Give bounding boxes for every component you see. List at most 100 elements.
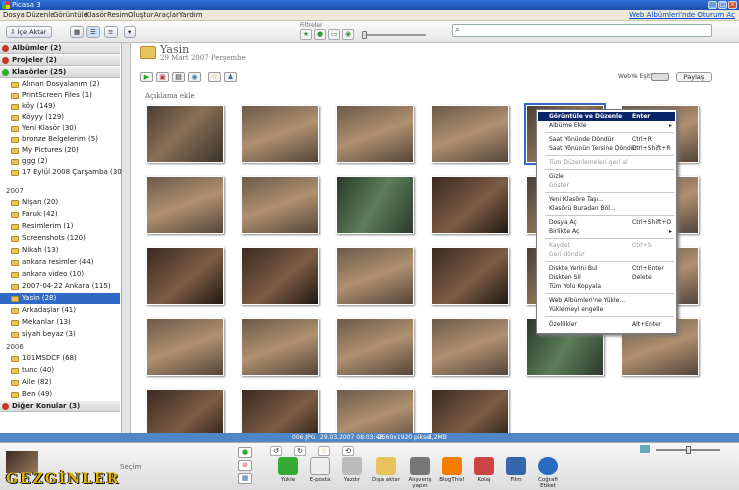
print-action[interactable]: Yazdır: [334, 457, 370, 489]
ctx-split-folder[interactable]: Klasörü Buradan Böl...: [538, 204, 675, 213]
movie-action[interactable]: Film: [498, 457, 534, 489]
menu-araclar[interactable]: Araçlar: [154, 11, 179, 20]
photo-thumbnail[interactable]: [431, 318, 509, 376]
ctx-add-to-album[interactable]: Albüme Ekle ▸: [538, 121, 675, 130]
ctx-rotate-cw[interactable]: Saat Yönünde Döndür Ctrl+R: [538, 135, 675, 144]
geotag-action[interactable]: Coğrafi Etiket: [530, 457, 566, 489]
thumbnail-size-slider[interactable]: [656, 446, 720, 454]
photo-thumbnail[interactable]: [241, 247, 319, 305]
collage-button[interactable]: ▣: [156, 72, 169, 82]
photo-thumbnail[interactable]: [336, 247, 414, 305]
folder-item[interactable]: My Pictures (20): [0, 145, 120, 156]
folder-item[interactable]: Mekanlar (13): [0, 317, 120, 328]
minimize-button[interactable]: _: [708, 1, 717, 9]
ctx-copy-full-path[interactable]: Tüm Yolu Kopyala: [538, 282, 675, 291]
ctx-properties[interactable]: Özellikler Alt+Enter: [538, 320, 675, 329]
ctx-hide[interactable]: Gizle: [538, 172, 675, 181]
shop-action[interactable]: Alışveriş yapın: [402, 457, 438, 489]
folder-item[interactable]: ggg (2): [0, 156, 120, 167]
sidebar-splitter[interactable]: [122, 43, 131, 433]
photo-thumbnail[interactable]: [146, 176, 224, 234]
export-action[interactable]: Dışa aktar: [368, 457, 404, 489]
close-button[interactable]: ×: [728, 1, 737, 9]
tray-btn-2[interactable]: ↻: [294, 446, 306, 456]
view-details-button[interactable]: ≡: [104, 26, 118, 38]
menu-duzenle[interactable]: Düzenle: [26, 11, 55, 20]
ctx-locate-on-disk[interactable]: Diskte Yerini Bul Ctrl+Enter: [538, 264, 675, 273]
ctx-block-upload[interactable]: Yüklemeyi engelle: [538, 305, 675, 314]
folder-item[interactable]: Nikah (13): [0, 245, 120, 256]
collage-action[interactable]: Kolaj: [466, 457, 502, 489]
folder-item[interactable]: Nişan (20): [0, 197, 120, 208]
folder-item[interactable]: 17 Eylül 2008 Çarşamba (305): [0, 167, 129, 178]
folder-item[interactable]: Alınan Dosyalanım (2): [0, 79, 120, 90]
menu-yardim[interactable]: Yardım: [179, 11, 203, 20]
ctx-open-with[interactable]: Birlikte Aç ▸: [538, 227, 675, 236]
folder-item[interactable]: köy (149): [0, 101, 120, 112]
slider-knob[interactable]: [362, 31, 367, 39]
photo-thumbnail[interactable]: [336, 176, 414, 234]
photo-thumbnail[interactable]: [241, 105, 319, 163]
folder-item[interactable]: Ben (49): [0, 389, 120, 400]
ctx-view-edit[interactable]: Görüntüle ve Düzenle Enter: [538, 112, 675, 121]
section-projects[interactable]: Projeler (2): [0, 55, 120, 66]
photo-thumbnail[interactable]: [336, 318, 414, 376]
ctx-move-new-folder[interactable]: Yeni Klasöre Taşı...: [538, 195, 675, 204]
photo-thumbnail[interactable]: [146, 247, 224, 305]
menu-resim[interactable]: Resim: [107, 11, 128, 20]
folder-item[interactable]: Aile (82): [0, 377, 120, 388]
web-sync-toggle[interactable]: [651, 73, 669, 81]
people-button[interactable]: ♟: [224, 72, 237, 82]
photo-thumbnail[interactable]: [336, 105, 414, 163]
maximize-button[interactable]: □: [718, 1, 727, 9]
folder-item[interactable]: 101MSDCF (68): [0, 353, 120, 364]
menu-olustur[interactable]: Oluştur: [128, 11, 154, 20]
photo-thumbnail[interactable]: [241, 318, 319, 376]
folder-item[interactable]: Resimlerim (1): [0, 221, 120, 232]
folder-item[interactable]: ankara video (10): [0, 269, 120, 280]
search-input[interactable]: ⌕: [452, 24, 712, 37]
folder-item[interactable]: Screenshots (120): [0, 233, 120, 244]
hold-button[interactable]: ●: [238, 447, 252, 458]
geotag-button[interactable]: ◉: [188, 72, 201, 82]
blogthis-action[interactable]: BlogThis!: [434, 457, 470, 489]
share-button[interactable]: Paylaş: [676, 72, 712, 82]
email-action[interactable]: E-posta: [302, 457, 338, 489]
filter-faces-button[interactable]: ●: [314, 29, 326, 40]
upload-action[interactable]: Yükle: [270, 457, 306, 489]
photo-thumbnail[interactable]: [241, 176, 319, 234]
star-button[interactable]: ☆: [208, 72, 221, 82]
ctx-upload-web-albums[interactable]: Web Albümleri'ne Yükle...: [538, 296, 675, 305]
folder-item[interactable]: tunc (40): [0, 365, 120, 376]
tray-btn-1[interactable]: ↺: [270, 446, 282, 456]
photo-thumbnail[interactable]: [146, 105, 224, 163]
photo-thumbnail[interactable]: [431, 105, 509, 163]
web-albums-signin-link[interactable]: Web Albümleri'nde Oturum Aç: [629, 11, 735, 20]
ctx-open-file[interactable]: Dosya Aç Ctrl+Shift+O: [538, 218, 675, 227]
add-to-album-button[interactable]: ▦: [238, 473, 252, 484]
view-list-button[interactable]: ☰: [86, 26, 100, 38]
filter-starred-button[interactable]: ★: [300, 29, 312, 40]
clear-button[interactable]: ⊘: [238, 460, 252, 471]
menu-goruntule[interactable]: Görüntüle: [53, 11, 88, 20]
album-caption-input[interactable]: Açıklama ekle: [145, 92, 195, 100]
movie-button[interactable]: ▤: [172, 72, 185, 82]
ctx-delete-from-disk[interactable]: Diskten Sil Delete: [538, 273, 675, 282]
folder-item[interactable]: Köyyy (129): [0, 112, 120, 123]
section-albums[interactable]: Albümler (2): [0, 43, 120, 54]
folder-item[interactable]: Arkadaşlar (41): [0, 305, 120, 316]
view-thumbnails-button[interactable]: ▦: [70, 26, 84, 38]
folder-item[interactable]: 2007-04-22 Ankara (115): [0, 281, 120, 292]
section-other[interactable]: Diğer Konular (3): [0, 401, 120, 412]
import-button[interactable]: ⇩ İçe Aktar: [6, 26, 52, 38]
slider-knob[interactable]: [686, 446, 691, 454]
folder-item[interactable]: ankara resimler (44): [0, 257, 120, 268]
folder-item[interactable]: PrintScreen Files (1): [0, 90, 120, 101]
photo-thumbnail[interactable]: [146, 318, 224, 376]
photo-thumbnail[interactable]: [431, 247, 509, 305]
tray-btn-4[interactable]: ⟲: [342, 446, 354, 456]
menu-klasor[interactable]: Klasör: [85, 11, 107, 20]
folder-item[interactable]: siyah beyaz (3): [0, 329, 120, 340]
folder-item[interactable]: bronze Belgelerim (5): [0, 134, 120, 145]
ctx-rotate-ccw[interactable]: Saat Yönünün Tersine Döndür Ctrl+Shift+R: [538, 144, 675, 153]
